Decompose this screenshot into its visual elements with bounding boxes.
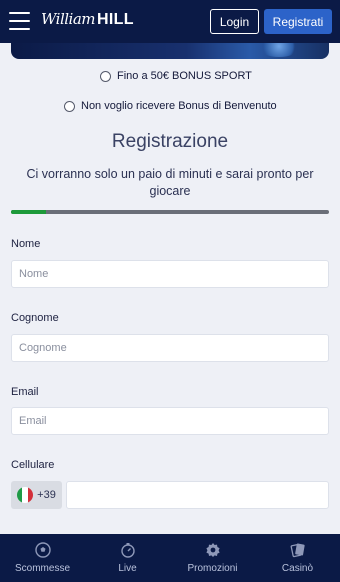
- william-hill-logo[interactable]: William HILL: [41, 10, 134, 32]
- banner-graphic: [259, 43, 299, 57]
- playing-cards-icon: [289, 541, 307, 559]
- bonus-sport-label: Fino a 50€ BONUS SPORT: [117, 70, 252, 82]
- cellulare-label: Cellulare: [11, 459, 55, 471]
- italy-flag-icon: [17, 487, 34, 503]
- logo-script-text: William: [41, 10, 96, 28]
- email-label: Email: [11, 386, 39, 398]
- nav-label-scommesse: Scommesse: [14, 563, 70, 574]
- logo-bold-text: HILL: [97, 11, 134, 28]
- nav-label-promozioni: Promozioni: [187, 563, 238, 574]
- stopwatch-icon: [119, 541, 137, 559]
- nav-item-promozioni[interactable]: Promozioni: [170, 534, 255, 582]
- bottom-navigation: Scommesse Live Promozioni Casinò: [0, 534, 340, 582]
- nav-label-live: Live: [118, 563, 137, 574]
- nav-item-live[interactable]: Live: [85, 534, 170, 582]
- bonus-sport-option[interactable]: Fino a 50€ BONUS SPORT: [100, 70, 252, 82]
- country-prefix-selector[interactable]: +39: [11, 481, 62, 509]
- nome-input[interactable]: Nome: [11, 260, 329, 288]
- cognome-label: Cognome: [11, 312, 59, 324]
- email-input[interactable]: Email: [11, 407, 329, 435]
- login-button[interactable]: Login: [210, 9, 259, 34]
- top-navigation-bar: William HILL Login Registrati: [0, 0, 340, 43]
- no-bonus-option[interactable]: Non voglio ricevere Bonus di Benvenuto: [64, 100, 277, 112]
- no-bonus-label: Non voglio ricevere Bonus di Benvenuto: [81, 100, 277, 112]
- radio-button[interactable]: [64, 100, 75, 112]
- gear-badge-icon: [204, 541, 222, 559]
- phone-number-input[interactable]: [66, 481, 329, 509]
- cognome-input[interactable]: Cognome: [11, 334, 329, 362]
- promo-banner: [11, 43, 329, 59]
- progress-fill: [11, 210, 46, 214]
- registration-progress-bar: [11, 210, 329, 214]
- radio-button[interactable]: [100, 70, 111, 82]
- nav-label-casino: Casinò: [281, 563, 314, 574]
- nav-item-scommesse[interactable]: Scommesse: [0, 534, 85, 582]
- nav-item-casino[interactable]: Casinò: [255, 534, 340, 582]
- nome-label: Nome: [11, 238, 41, 250]
- country-prefix-code: +39: [37, 489, 56, 501]
- menu-icon[interactable]: [9, 12, 30, 30]
- page-subtitle: Ci vorranno solo un paio di minuti e sar…: [26, 167, 314, 198]
- register-button[interactable]: Registrati: [264, 9, 332, 34]
- page-title: Registrazione: [111, 131, 229, 152]
- soccer-ball-icon: [34, 541, 52, 559]
